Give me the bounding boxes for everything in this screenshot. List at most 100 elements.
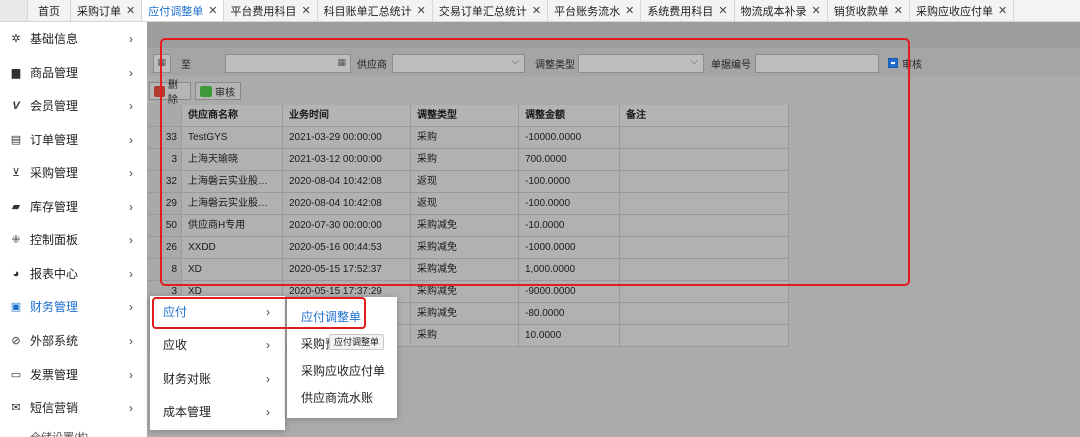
tab-system-fee-subject[interactable]: 系统费用科目 ✕ — [641, 0, 735, 21]
cell-note — [620, 303, 789, 325]
tab-purchase-order[interactable]: 采购订单 ✕ — [71, 0, 143, 21]
sidebar-item-partial[interactable]: 仓储设置/构 — [30, 429, 88, 437]
sidebar-item-label: 报表中心 — [30, 267, 79, 281]
cell-type: 采购 — [411, 325, 519, 347]
close-icon[interactable]: ✕ — [718, 4, 727, 17]
close-icon[interactable]: ✕ — [126, 4, 135, 17]
tab-label: 应付调整单 — [148, 5, 204, 18]
sidebar-item-label: 采购管理 — [30, 166, 79, 180]
shop-icon: ▆ — [11, 67, 21, 79]
menu-item-label: 供应商流水账 — [301, 391, 374, 405]
box-icon: ▰ — [11, 201, 21, 213]
cell-note — [620, 325, 789, 347]
sidebar-item-purchasing[interactable]: ⊻ 采购管理 › — [0, 156, 147, 189]
tab-bar-lead — [0, 0, 28, 21]
close-icon[interactable]: ✕ — [301, 4, 310, 17]
sidebar-item-sms[interactable]: ✉ 短信营销 › — [0, 391, 147, 424]
menu-item-supplier-ledger[interactable]: 供应商流水账 — [287, 385, 397, 412]
chevron-right-icon: › — [129, 65, 133, 80]
tab-label: 平台费用科目 — [230, 5, 297, 18]
chevron-right-icon: › — [129, 132, 133, 147]
sidebar-item-label: 发票管理 — [30, 368, 79, 382]
gear-icon: ✲ — [11, 33, 21, 45]
tab-platform-account-flow[interactable]: 平台账务流水 ✕ — [548, 0, 642, 21]
tab-label: 交易订单汇总统计 — [438, 5, 527, 18]
tab-label: 销货收款单 — [833, 5, 889, 18]
table-highlight-box — [160, 38, 910, 286]
close-icon[interactable]: ✕ — [998, 4, 1007, 17]
chevron-right-icon: › — [266, 405, 270, 419]
sidebar-item-inventory[interactable]: ▰ 库存管理 › — [0, 190, 147, 223]
invoice-icon: ▭ — [10, 369, 22, 381]
cell-amount: -80.0000 — [519, 303, 620, 325]
tab-home[interactable]: 首页 — [28, 0, 71, 21]
tab-label: 物流成本补录 — [740, 5, 807, 18]
close-icon[interactable]: ✕ — [417, 4, 426, 17]
chevron-right-icon: › — [266, 338, 270, 352]
close-icon[interactable]: ✕ — [812, 4, 821, 17]
submenu-item-label: 成本管理 — [163, 405, 212, 419]
sidebar-item-label: 基础信息 — [30, 32, 79, 46]
menu-item-purchase-ar-ap[interactable]: 采购应收应付单 — [287, 358, 397, 385]
submenu-item-label: 财务对账 — [163, 372, 212, 386]
chevron-right-icon: › — [266, 372, 270, 386]
submenu-item-cost[interactable]: 成本管理 › — [150, 396, 285, 429]
pie-chart-icon: ◕ — [12, 267, 20, 280]
chevron-right-icon: › — [129, 232, 133, 247]
tab-label: 平台账务流水 — [554, 5, 621, 18]
close-icon[interactable]: ✕ — [894, 4, 903, 17]
sidebar-item-label: 控制面板 — [30, 233, 79, 247]
chevron-right-icon: › — [129, 400, 133, 415]
chevron-right-icon: › — [129, 31, 133, 46]
chevron-right-icon: › — [129, 266, 133, 281]
sidebar-item-external[interactable]: ⊘ 外部系统 › — [0, 324, 147, 357]
tab-sales-receipt[interactable]: 销货收款单 ✕ — [827, 0, 910, 21]
chevron-right-icon: › — [129, 199, 133, 214]
sidebar-item-label: 商品管理 — [30, 66, 79, 80]
sidebar-item-goods[interactable]: ▆ 商品管理 › — [0, 56, 147, 89]
menu-item-label: 采购应收应付单 — [301, 364, 386, 378]
chevron-right-icon: › — [129, 299, 133, 314]
tab-logistics-cost[interactable]: 物流成本补录 ✕ — [734, 0, 828, 21]
sidebar-item-members[interactable]: V 会员管理 › — [0, 89, 147, 122]
v-icon: V — [12, 99, 20, 112]
mail-icon: ✉ — [11, 402, 21, 414]
sidebar-item-basic-info[interactable]: ✲ 基础信息 › — [0, 22, 147, 55]
submenu-item-reconciliation[interactable]: 财务对账 › — [150, 363, 285, 396]
sidebar-item-finance[interactable]: ▣ 财务管理 › — [0, 290, 147, 323]
cell-type: 采购减免 — [411, 303, 519, 325]
close-icon[interactable]: ✕ — [208, 4, 217, 17]
tab-subject-bill-summary[interactable]: 科目账单汇总统计 ✕ — [317, 0, 433, 21]
sidebar-item-label: 库存管理 — [30, 200, 79, 214]
sidebar-item-invoice[interactable]: ▭ 发票管理 › — [0, 358, 147, 391]
tab-bar: 首页 采购订单 ✕ 应付调整单 ✕ 平台费用科目 ✕ 科目账单汇总统计 ✕ 交易订单汇总… — [0, 0, 1080, 22]
submenu-item-label: 应收 — [163, 338, 188, 352]
tab-platform-fee-subject[interactable]: 平台费用科目 ✕ — [224, 0, 318, 21]
tab-label: 采购订单 — [77, 5, 121, 18]
finance-icon: ▣ — [10, 301, 22, 313]
submenu-item-receivable[interactable]: 应收 › — [150, 329, 285, 362]
sidebar-item-label: 外部系统 — [30, 334, 79, 348]
menu-highlight-box — [152, 297, 366, 329]
chevron-right-icon: › — [129, 165, 133, 180]
tab-label: 首页 — [38, 5, 60, 18]
sidebar-item-label: 短信营销 — [30, 401, 79, 415]
tooltip: 应付调整单 — [329, 334, 385, 350]
tab-trade-order-summary[interactable]: 交易订单汇总统计 ✕ — [432, 0, 549, 21]
sidebar-item-label: 会员管理 — [30, 99, 79, 113]
sidebar-item-dashboard[interactable]: ⁜ 控制面板 › — [0, 223, 147, 256]
tab-label: 系统费用科目 — [647, 5, 714, 18]
sidebar-item-reports[interactable]: ◕ 报表中心 › — [0, 257, 147, 290]
tab-purchase-receivable-payable[interactable]: 采购应收应付单 ✕ — [909, 0, 1015, 21]
sidebar-item-orders[interactable]: ▤ 订单管理 › — [0, 123, 147, 156]
tab-label: 采购应收应付单 — [915, 5, 993, 18]
close-icon[interactable]: ✕ — [625, 4, 634, 17]
cell-amount: 10.0000 — [519, 325, 620, 347]
clipboard-icon: ▤ — [10, 134, 22, 146]
cart-icon: ⊻ — [11, 167, 21, 179]
chevron-right-icon: › — [129, 98, 133, 113]
sidebar-item-label: 财务管理 — [30, 300, 79, 314]
link-icon: ⊘ — [11, 335, 21, 347]
close-icon[interactable]: ✕ — [532, 4, 541, 17]
tab-payable-adjustment[interactable]: 应付调整单 ✕ — [142, 0, 225, 21]
